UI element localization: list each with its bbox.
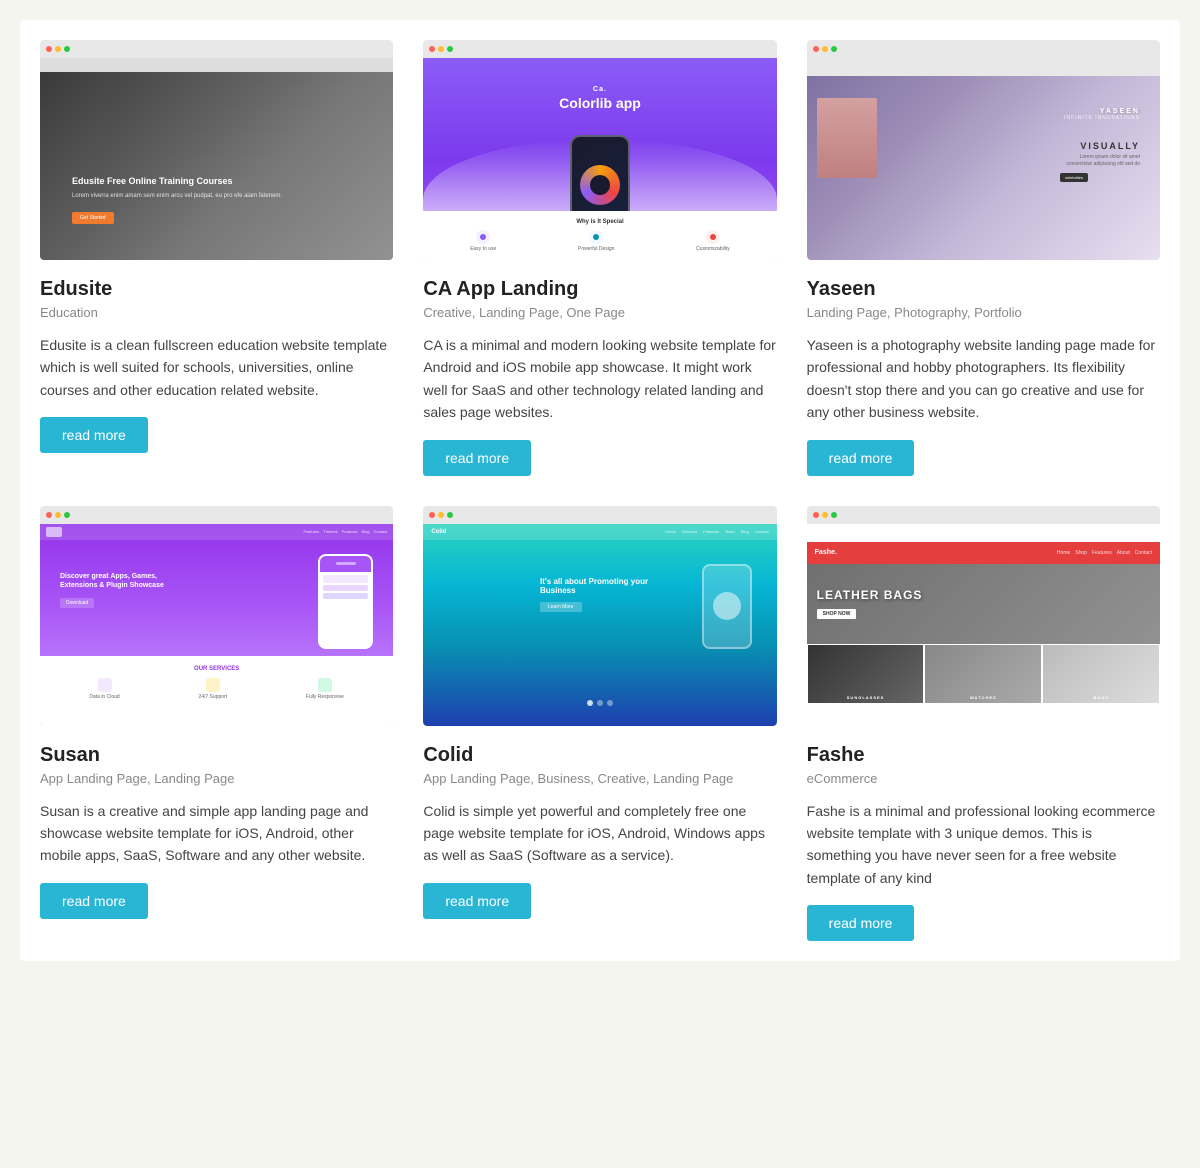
dot-green-c [447,512,453,518]
dot-yellow-ca [438,46,444,52]
susan-services-title: OUR SERVICES [50,666,383,672]
susan-tags: App Landing Page, Landing Page [40,771,393,786]
ca-app-desc: CA is a minimal and modern looking websi… [423,334,776,424]
ca-title: Colorlib app [559,95,641,112]
fashe-read-more-button[interactable]: read more [807,905,915,941]
yaseen-name: YASEEN [1060,108,1140,115]
dot-green-ca [447,46,453,52]
edusite-mock-btn: Get Started [72,212,114,224]
colid-tags: App Landing Page, Business, Creative, La… [423,771,776,786]
fashe-product-sunglasses: SUNGLASSES [807,644,925,704]
card-image-yaseen: YASEEN INFINITE INNOVATIONS VISUALLY Lor… [807,40,1160,260]
yaseen-text-block: YASEEN INFINITE INNOVATIONS VISUALLY Lor… [1060,108,1140,182]
dot-yellow-s [55,512,61,518]
fashe-tags: eCommerce [807,771,1160,786]
card-susan: FeaturesThemesProductsBlogContact [40,506,393,942]
susan-read-more-button[interactable]: read more [40,883,148,919]
colid-title: Colid [423,744,776,767]
card-fashe: Fashe. Home Shop Features About Contact … [807,506,1160,942]
dot-red [46,46,52,52]
dot-yellow [55,46,61,52]
colid-desc: Colid is simple yet powerful and complet… [423,800,776,867]
fashe-title: Fashe [807,744,1160,767]
ca-subtitle: Why is It Special [429,219,770,225]
yaseen-subtitle: INFINITE INNOVATIONS [1060,115,1140,121]
card-image-ca-app: Ca. Colorlib app Why is It Special [423,40,776,260]
card-colid: Colid Home Services Features Team Blog C… [423,506,776,942]
dot-green-y [831,46,837,52]
dot-red-c [429,512,435,518]
fashe-logo: Fashe. [815,549,837,556]
card-edusite: Edusite Free Online Training Courses Lor… [40,40,393,476]
dot-green [64,46,70,52]
yaseen-read-more-button[interactable]: read more [807,440,915,476]
card-image-colid: Colid Home Services Features Team Blog C… [423,506,776,726]
dot-yellow-y [822,46,828,52]
yaseen-visually-label: VISUALLY Lorem ipsum dolor sit amet cons… [1060,141,1140,182]
fashe-product-watches: WATCHES [924,644,1042,704]
edusite-mock-title: Edusite Free Online Training Courses [72,176,361,188]
colid-read-more-button[interactable]: read more [423,883,531,919]
colid-headline: It's all about Promoting your Business [540,577,660,595]
card-image-susan: FeaturesThemesProductsBlogContact [40,506,393,726]
dot-red-ca [429,46,435,52]
fashe-desc: Fashe is a minimal and professional look… [807,800,1160,890]
edusite-title: Edusite [40,278,393,301]
ca-app-tags: Creative, Landing Page, One Page [423,305,776,320]
ca-app-read-more-button[interactable]: read more [423,440,531,476]
susan-headline: Discover great Apps, Games, Extensions &… [60,572,170,592]
dot-green-s [64,512,70,518]
susan-title: Susan [40,744,393,767]
yaseen-title: Yaseen [807,278,1160,301]
edusite-mock-body: Lorem viverra enim amam sem enim arcu ve… [72,192,361,200]
fashe-product-bags: BAGS [1042,644,1160,704]
ca-app-title: CA App Landing [423,278,776,301]
dot-yellow-c [438,512,444,518]
yaseen-desc: Yaseen is a photography website landing … [807,334,1160,424]
card-image-fashe: Fashe. Home Shop Features About Contact … [807,506,1160,726]
dot-red-s [46,512,52,518]
main-grid: Edusite Free Online Training Courses Lor… [20,20,1180,961]
card-yaseen: YASEEN INFINITE INNOVATIONS VISUALLY Lor… [807,40,1160,476]
card-image-edusite: Edusite Free Online Training Courses Lor… [40,40,393,260]
fashe-hero-text: LEATHER BAGS [817,588,923,602]
edusite-read-more-button[interactable]: read more [40,417,148,453]
dot-yellow-f [822,512,828,518]
yaseen-tags: Landing Page, Photography, Portfolio [807,305,1160,320]
dot-green-f [831,512,837,518]
card-ca-app: Ca. Colorlib app Why is It Special [423,40,776,476]
dot-red-y [813,46,819,52]
yaseen-photo [817,98,877,178]
edusite-tags: Education [40,305,393,320]
ca-logo: Ca. [559,86,641,93]
dot-red-f [813,512,819,518]
edusite-desc: Edusite is a clean fullscreen education … [40,334,393,401]
susan-desc: Susan is a creative and simple app landi… [40,800,393,867]
